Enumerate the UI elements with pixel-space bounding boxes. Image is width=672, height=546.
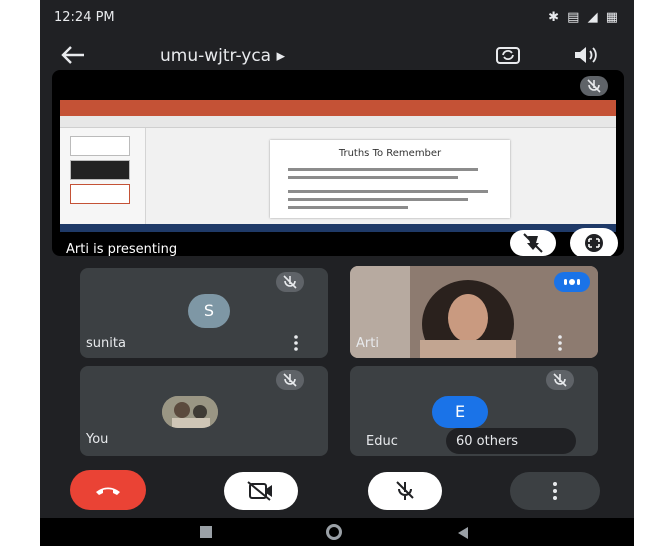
more-vert-icon — [553, 482, 557, 500]
powerpoint-ribbon — [60, 100, 616, 116]
slide-text-line — [288, 168, 478, 171]
pin-off-icon — [523, 233, 543, 253]
camera-off-button[interactable] — [224, 472, 298, 510]
slide-text-line — [288, 176, 458, 179]
slide-thumbnails — [60, 128, 146, 224]
slide-thumbnail — [70, 160, 130, 180]
status-bar: 12:24 PM ✱ ▤ ◢ ▦ — [40, 0, 634, 36]
avatar — [162, 396, 218, 428]
others-count-chip[interactable]: 60 others — [446, 428, 576, 454]
mic-off-icon — [580, 76, 608, 96]
powerpoint-toolbar — [60, 116, 616, 128]
shared-screen: Truths To Remember — [60, 100, 616, 224]
end-call-button[interactable] — [70, 470, 146, 510]
participant-tile-arti[interactable]: Arti — [350, 266, 598, 358]
status-icons: ✱ ▤ ◢ ▦ — [548, 10, 620, 25]
presenting-label: Arti is presenting — [66, 242, 178, 256]
slide-thumbnail — [70, 136, 130, 156]
pin-off-button[interactable] — [510, 230, 556, 256]
speaker-icon[interactable] — [572, 44, 598, 70]
mic-off-button[interactable] — [368, 472, 442, 510]
participant-name: You — [86, 432, 109, 447]
fullscreen-icon — [585, 234, 603, 252]
slide-title: Truths To Remember — [338, 148, 442, 159]
mic-off-icon — [276, 272, 304, 292]
fullscreen-button[interactable] — [570, 228, 618, 256]
phone-screen: 12:24 PM ✱ ▤ ◢ ▦ umu-wjtr-yca ▸ Truths T… — [40, 0, 634, 546]
more-vert-icon[interactable] — [556, 334, 564, 356]
back-nav-icon[interactable] — [456, 525, 470, 544]
speaking-indicator-icon — [554, 272, 590, 292]
participant-name: Arti — [356, 336, 379, 351]
camera-off-icon — [247, 481, 272, 501]
others-count: 60 others — [456, 434, 519, 449]
end-call-icon — [96, 487, 120, 495]
participant-tile-others[interactable]: E Educ 60 others — [350, 366, 598, 456]
more-vert-icon[interactable] — [292, 334, 300, 356]
meeting-code[interactable]: umu-wjtr-yca ▸ — [160, 46, 285, 66]
slide-thumbnail — [70, 184, 130, 204]
home-icon[interactable] — [326, 524, 342, 540]
mic-off-icon — [276, 370, 304, 390]
mic-off-icon — [396, 481, 414, 500]
avatar: S — [188, 294, 230, 328]
avatar: E — [432, 396, 488, 428]
status-time: 12:24 PM — [54, 10, 115, 25]
presentation-tile[interactable]: Truths To Remember Arti is presenting — [52, 70, 624, 256]
slide-text-line — [288, 206, 408, 209]
camera-switch-icon[interactable] — [494, 42, 522, 72]
slide-text-line — [288, 190, 488, 193]
slide-page: Truths To Remember — [270, 140, 510, 218]
participant-tile-you[interactable]: You — [80, 366, 328, 456]
mic-off-icon — [546, 370, 574, 390]
recents-icon[interactable] — [200, 526, 212, 538]
call-controls — [40, 456, 634, 518]
slide-text-line — [288, 198, 468, 201]
participant-tile-sunita[interactable]: S sunita — [80, 268, 328, 358]
android-nav-bar — [40, 518, 634, 546]
participant-name: sunita — [86, 336, 126, 351]
more-options-button[interactable] — [510, 472, 600, 510]
back-arrow-icon[interactable] — [60, 44, 86, 70]
participant-name: Educ — [366, 434, 398, 449]
